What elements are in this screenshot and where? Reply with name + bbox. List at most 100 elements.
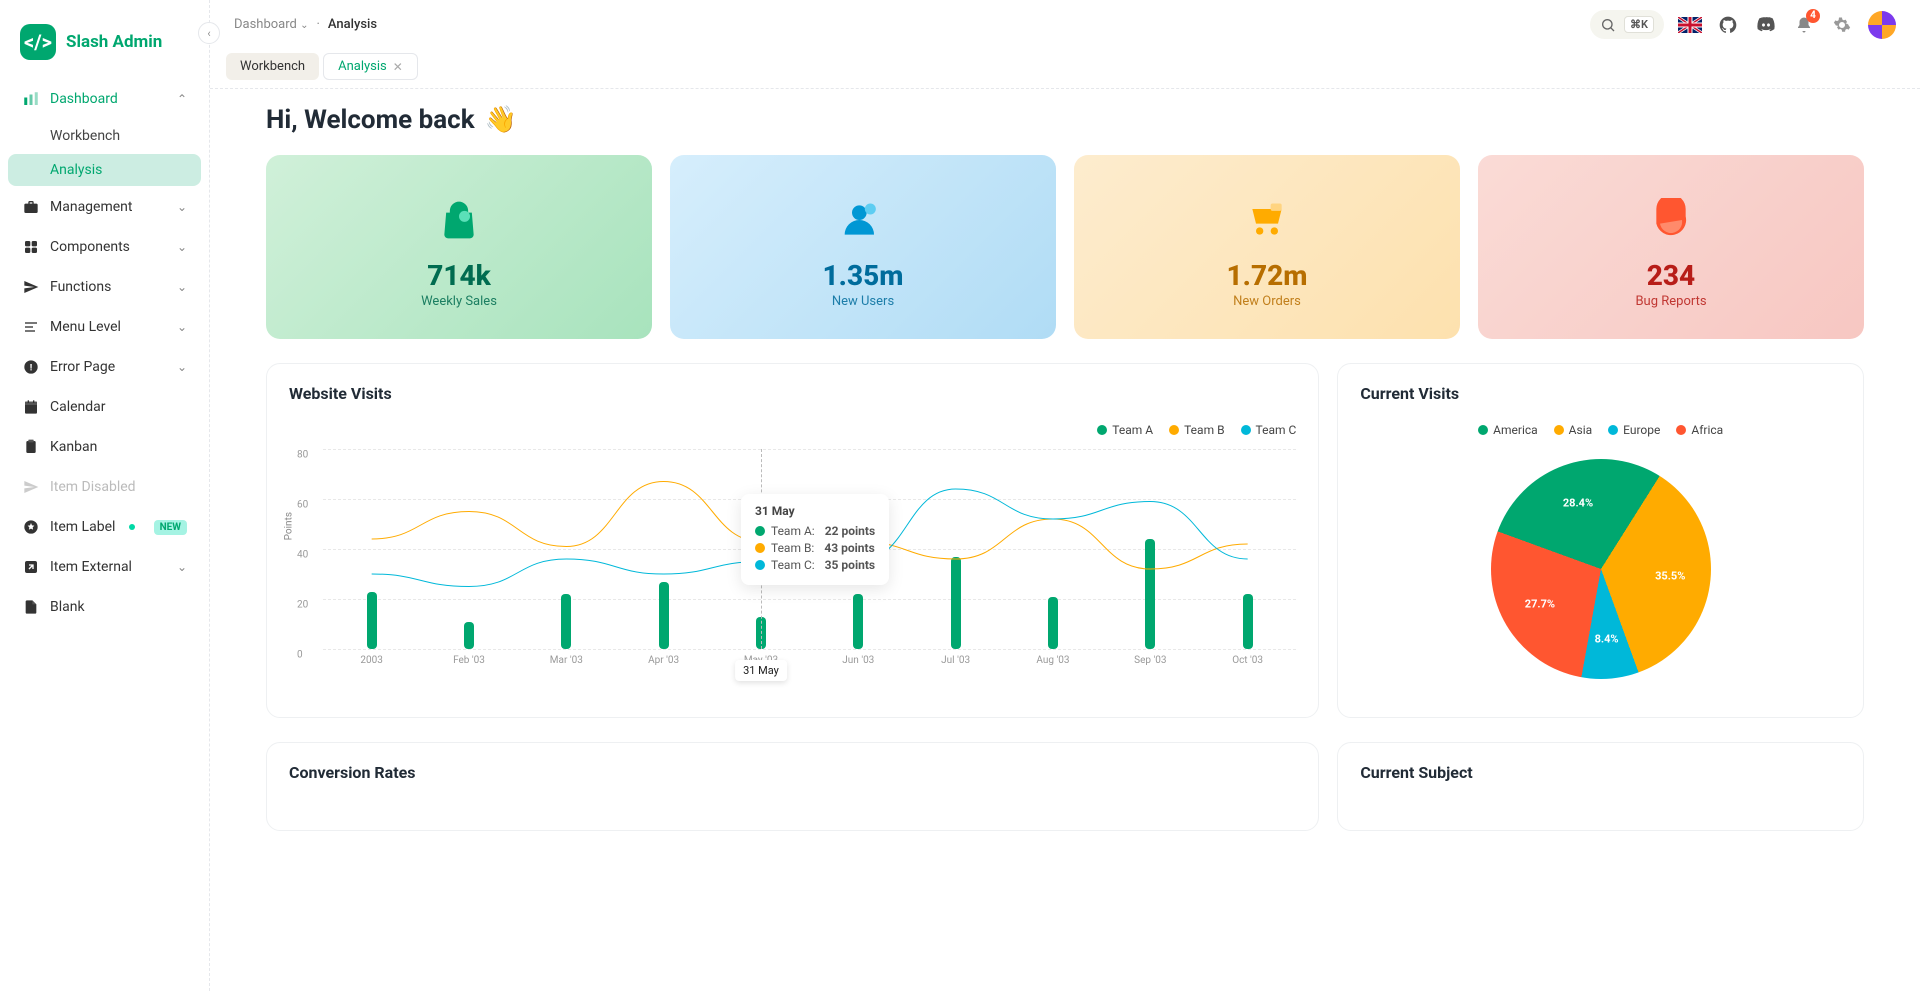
users-icon	[838, 195, 888, 245]
card-current-visits: Current Visits America Asia Europe Afric…	[1337, 363, 1864, 718]
logo-icon: </>	[20, 24, 56, 60]
star-icon	[22, 518, 40, 536]
legend-item[interactable]: America	[1478, 423, 1538, 437]
legend-item[interactable]: Team B	[1169, 423, 1224, 437]
tab-analysis[interactable]: Analysis ✕	[323, 53, 418, 80]
legend-item[interactable]: Team A	[1097, 423, 1153, 437]
settings-button[interactable]	[1830, 13, 1854, 37]
sidebar-item-management[interactable]: Management ⌄	[8, 188, 201, 226]
discord-icon	[1756, 15, 1776, 35]
grid-icon	[22, 238, 40, 256]
sidebar-item-dashboard[interactable]: Dashboard ⌃	[8, 80, 201, 118]
sidebar-label: Item Label	[50, 519, 115, 535]
discord-button[interactable]	[1754, 13, 1778, 37]
briefcase-icon	[22, 198, 40, 216]
badge-dot	[129, 524, 135, 530]
stat-label: Bug Reports	[1498, 294, 1844, 309]
tabs: Workbench Analysis ✕	[210, 49, 1920, 88]
clipboard-icon	[22, 438, 40, 456]
sidebar-item-functions[interactable]: Functions ⌄	[8, 268, 201, 306]
sidebar-label: Item Disabled	[50, 479, 136, 495]
breadcrumb-current: Analysis	[328, 17, 377, 32]
chevron-up-icon: ⌃	[177, 92, 187, 106]
stat-value: 1.35m	[690, 259, 1036, 292]
tab-close-icon[interactable]: ✕	[393, 60, 403, 74]
sidebar-item-blank[interactable]: Blank	[8, 588, 201, 626]
sidebar-label: Functions	[50, 279, 111, 295]
wave-icon: 👋	[485, 105, 517, 135]
card-conversion-rates: Conversion Rates	[266, 742, 1319, 831]
uk-flag-icon	[1678, 17, 1702, 33]
stat-label: New Users	[690, 294, 1036, 309]
chevron-down-icon: ⌄	[177, 240, 187, 254]
sidebar-label: Dashboard	[50, 91, 118, 107]
notification-badge: 4	[1806, 9, 1820, 23]
language-button[interactable]	[1678, 13, 1702, 37]
pie-chart[interactable]: 28.4%35.5%8.4%27.7%	[1360, 449, 1841, 689]
file-icon	[22, 598, 40, 616]
sidebar-item-disabled: Item Disabled	[8, 468, 201, 506]
dashboard-icon	[22, 90, 40, 108]
stat-label: New Orders	[1094, 294, 1440, 309]
send-icon	[22, 278, 40, 296]
topbar: Dashboard ⌄ · Analysis ⌘K	[210, 0, 1920, 49]
stat-card-bugs: 234 Bug Reports	[1478, 155, 1864, 339]
notifications-button[interactable]: 4	[1792, 13, 1816, 37]
sidebar-label: Error Page	[50, 359, 115, 375]
legend-item[interactable]: Europe	[1608, 423, 1660, 437]
github-icon	[1718, 15, 1738, 35]
sidebar-item-label[interactable]: Item Label NEW	[8, 508, 201, 546]
stat-card-sales: 714k Weekly Sales	[266, 155, 652, 339]
error-icon: !	[22, 358, 40, 376]
disabled-icon	[22, 478, 40, 496]
logo[interactable]: </> Slash Admin	[8, 16, 201, 80]
sidebar-item-error-page[interactable]: ! Error Page ⌄	[8, 348, 201, 386]
website-visits-chart[interactable]: 02040608031 MayTeam A: 22 pointsTeam B: …	[323, 449, 1296, 649]
sidebar-item-workbench[interactable]: Workbench	[8, 120, 201, 152]
chevron-down-icon: ⌄	[177, 280, 187, 294]
welcome-heading: Hi, Welcome back👋	[266, 105, 1864, 135]
calendar-icon	[22, 398, 40, 416]
tab-workbench[interactable]: Workbench	[226, 53, 319, 80]
badge-new: NEW	[154, 520, 187, 535]
sidebar-label: Menu Level	[50, 319, 121, 335]
stat-label: Weekly Sales	[286, 294, 632, 309]
sidebar-item-calendar[interactable]: Calendar	[8, 388, 201, 426]
breadcrumb: Dashboard ⌄ · Analysis	[234, 17, 377, 32]
card-current-subject: Current Subject	[1337, 742, 1864, 831]
sidebar-collapse-button[interactable]: ‹	[198, 22, 220, 44]
search-shortcut: ⌘K	[1624, 16, 1654, 33]
card-website-visits: Website Visits Team A Team B Team C Poin…	[266, 363, 1319, 718]
stat-value: 714k	[286, 259, 632, 292]
sidebar-item-menu-level[interactable]: Menu Level ⌄	[8, 308, 201, 346]
bug-icon	[1646, 195, 1696, 245]
sidebar-item-kanban[interactable]: Kanban	[8, 428, 201, 466]
chart-legend: America Asia Europe Africa	[1360, 423, 1841, 437]
legend-item[interactable]: Asia	[1554, 423, 1592, 437]
chevron-down-icon: ⌄	[177, 560, 187, 574]
breadcrumb-parent[interactable]: Dashboard ⌄	[234, 17, 309, 32]
avatar-button[interactable]	[1868, 11, 1896, 39]
legend-item[interactable]: Africa	[1676, 423, 1723, 437]
card-title: Conversion Rates	[267, 743, 1318, 786]
github-button[interactable]	[1716, 13, 1740, 37]
sidebar-item-analysis[interactable]: Analysis	[8, 154, 201, 186]
search-button[interactable]: ⌘K	[1590, 10, 1664, 39]
cart-icon	[1242, 195, 1292, 245]
app-name: Slash Admin	[66, 32, 162, 52]
stat-card-orders: 1.72m New Orders	[1074, 155, 1460, 339]
stat-card-users: 1.35m New Users	[670, 155, 1056, 339]
card-title: Website Visits	[267, 364, 1318, 407]
gear-icon	[1833, 16, 1851, 34]
sidebar-label: Kanban	[50, 439, 97, 455]
breadcrumb-separator: ·	[317, 17, 320, 32]
sidebar-item-external[interactable]: Item External ⌄	[8, 548, 201, 586]
sidebar-label: Management	[50, 199, 132, 215]
chart-tooltip: 31 MayTeam A: 22 pointsTeam B: 43 points…	[741, 494, 889, 585]
card-title: Current Subject	[1338, 743, 1863, 786]
sidebar: </> Slash Admin ‹ Dashboard ⌃ Workbench …	[0, 0, 210, 991]
sidebar-item-components[interactable]: Components ⌄	[8, 228, 201, 266]
legend-item[interactable]: Team C	[1241, 423, 1297, 437]
x-axis-ticks: 2003Feb '03Mar '03Apr '03May '03Jun '03J…	[323, 655, 1296, 666]
chevron-down-icon: ⌄	[177, 320, 187, 334]
